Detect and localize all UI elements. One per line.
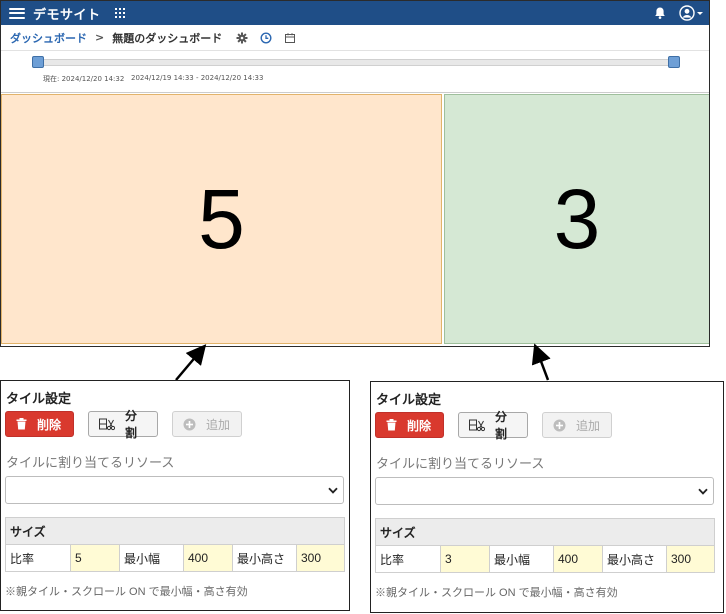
user-circle-icon[interactable] bbox=[679, 5, 695, 21]
min-width-input[interactable]: 400 bbox=[553, 545, 603, 573]
callout-arrows bbox=[175, 343, 551, 381]
slider-handle-start[interactable] bbox=[32, 56, 44, 68]
delete-button-label: 削除 bbox=[37, 417, 62, 432]
arrow-left bbox=[175, 344, 207, 381]
ratio-input[interactable]: 5 bbox=[70, 544, 120, 572]
split-button[interactable]: 分割 bbox=[88, 409, 158, 440]
apps-grid-icon[interactable] bbox=[114, 8, 125, 18]
resource-label: タイルに割り当てるリソース bbox=[376, 456, 545, 471]
delete-button-label: 削除 bbox=[407, 418, 432, 433]
tile-area: 5 3 bbox=[1, 92, 709, 344]
add-button-label: 追加 bbox=[576, 418, 601, 433]
tile-settings-panel-left: タイル設定 削除 分割 追加 タイルに割り当てるリソース サイズ 比率 5 最小… bbox=[0, 380, 350, 611]
time-range-slider: 現在: 2024/12/20 14:32 2024/12/19 14:33 - … bbox=[1, 52, 709, 92]
top-navbar: デモサイト bbox=[1, 1, 709, 25]
panel-title: タイル設定 bbox=[376, 392, 442, 407]
clock-icon[interactable] bbox=[260, 31, 272, 44]
trash-icon bbox=[386, 419, 397, 431]
size-header: サイズ bbox=[5, 517, 345, 545]
tile-right[interactable]: 3 bbox=[444, 94, 709, 344]
panel-title: タイル設定 bbox=[6, 391, 72, 406]
size-note: ※親タイル・スクロール ON で最小幅・高さ有効 bbox=[375, 587, 618, 599]
user-menu-caret-icon[interactable] bbox=[697, 11, 703, 15]
bell-icon[interactable] bbox=[653, 6, 667, 20]
calendar-icon[interactable] bbox=[284, 32, 296, 44]
ratio-input[interactable]: 3 bbox=[440, 545, 490, 573]
panel-button-row: 削除 分割 追加 bbox=[375, 410, 626, 441]
ratio-label: 比率 bbox=[375, 545, 441, 573]
size-note: ※親タイル・スクロール ON で最小幅・高さ有効 bbox=[5, 586, 248, 598]
site-title[interactable]: デモサイト bbox=[33, 4, 101, 23]
add-button-label: 追加 bbox=[206, 417, 231, 432]
breadcrumb-separator: > bbox=[95, 31, 105, 44]
trash-icon bbox=[16, 418, 27, 430]
tile-left[interactable]: 5 bbox=[1, 94, 442, 344]
plus-circle-icon bbox=[553, 419, 566, 431]
breadcrumb: ダッシュボード > 無題のダッシュボード bbox=[1, 25, 709, 51]
tile-settings-panel-right: タイル設定 削除 分割 追加 タイルに割り当てるリソース サイズ 比率 3 最小… bbox=[370, 381, 724, 613]
min-width-label: 最小幅 bbox=[119, 544, 184, 572]
panel-button-row: 削除 分割 追加 bbox=[5, 409, 256, 440]
tile-right-value: 3 bbox=[553, 171, 601, 266]
slider-handle-end[interactable] bbox=[668, 56, 680, 68]
size-table: サイズ 比率 5 最小幅 400 最小高さ 300 bbox=[5, 517, 345, 572]
delete-button[interactable]: 削除 bbox=[375, 412, 444, 438]
min-height-input[interactable]: 300 bbox=[666, 545, 715, 573]
ratio-label: 比率 bbox=[5, 544, 71, 572]
add-button[interactable]: 追加 bbox=[172, 411, 242, 437]
chevron-down-icon bbox=[698, 488, 708, 495]
min-width-input[interactable]: 400 bbox=[183, 544, 233, 572]
resource-select[interactable] bbox=[375, 477, 714, 505]
size-header: サイズ bbox=[375, 518, 715, 546]
resource-select[interactable] bbox=[5, 476, 344, 504]
add-button[interactable]: 追加 bbox=[542, 412, 612, 438]
delete-button[interactable]: 削除 bbox=[5, 411, 74, 437]
min-height-input[interactable]: 300 bbox=[296, 544, 345, 572]
current-time-label: 現在: 2024/12/20 14:32 bbox=[43, 75, 125, 83]
size-table: サイズ 比率 3 最小幅 400 最小高さ 300 bbox=[375, 518, 715, 573]
split-button-label: 分割 bbox=[495, 410, 508, 441]
split-icon bbox=[469, 419, 485, 431]
min-height-label: 最小高さ bbox=[232, 544, 297, 572]
plus-circle-icon bbox=[183, 418, 196, 430]
hamburger-icon[interactable] bbox=[9, 7, 25, 19]
slider-track[interactable] bbox=[38, 59, 674, 66]
split-button-label: 分割 bbox=[125, 409, 138, 440]
gear-icon[interactable] bbox=[236, 32, 248, 44]
dashboard-window: デモサイト ダッシュボード > 無題のダッシュボード 現在: 2024/12/2… bbox=[0, 0, 710, 347]
min-height-label: 最小高さ bbox=[602, 545, 667, 573]
navbar-right bbox=[653, 5, 703, 21]
split-button[interactable]: 分割 bbox=[458, 410, 528, 441]
split-icon bbox=[99, 418, 115, 430]
breadcrumb-dashboard-link[interactable]: ダッシュボード bbox=[10, 30, 87, 46]
arrow-right bbox=[531, 343, 551, 381]
chevron-down-icon bbox=[328, 487, 338, 494]
min-width-label: 最小幅 bbox=[489, 545, 554, 573]
time-range-label: 2024/12/19 14:33 - 2024/12/20 14:33 bbox=[131, 74, 264, 82]
page-title: 無題のダッシュボード bbox=[112, 31, 223, 45]
tile-left-value: 5 bbox=[198, 171, 245, 266]
resource-label: タイルに割り当てるリソース bbox=[6, 455, 175, 470]
